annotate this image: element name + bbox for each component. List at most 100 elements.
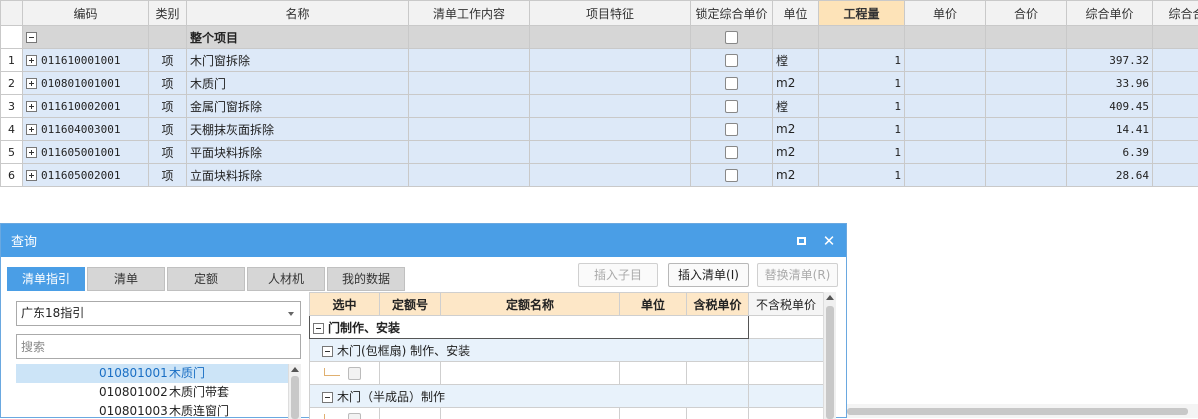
col-header-comp-amount[interactable]: 综合合	[1153, 1, 1198, 26]
search-input[interactable]	[16, 334, 301, 359]
close-icon[interactable]: ✕	[818, 231, 840, 251]
col-header-type[interactable]: 类别	[149, 1, 187, 26]
row-code[interactable]: 011610001001	[41, 54, 120, 67]
quota-row[interactable]	[310, 362, 824, 385]
expand-icon[interactable]	[26, 101, 37, 112]
row-name[interactable]: 天棚抹灰面拆除	[187, 118, 409, 141]
lock-price-checkbox[interactable]	[725, 54, 738, 67]
row-name[interactable]: 平面块料拆除	[187, 141, 409, 164]
row-type[interactable]: 项	[149, 49, 187, 72]
row-type[interactable]: 项	[149, 72, 187, 95]
row-work-content[interactable]	[409, 72, 530, 95]
col-header-code[interactable]: 编码	[23, 1, 149, 26]
col-header-tax-price[interactable]: 含税单价	[687, 293, 749, 316]
row-features[interactable]	[530, 72, 691, 95]
row-name[interactable]: 金属门窗拆除	[187, 95, 409, 118]
quota-select-checkbox[interactable]	[348, 367, 361, 380]
row-features[interactable]	[530, 141, 691, 164]
quota-row[interactable]	[310, 408, 824, 419]
lock-price-checkbox[interactable]	[725, 77, 738, 90]
row-unit[interactable]: 樘	[773, 95, 819, 118]
col-header-selected[interactable]: 选中	[310, 293, 380, 316]
row-code[interactable]: 011604003001	[41, 123, 120, 136]
row-code[interactable]: 011605002001	[41, 169, 120, 182]
row-work-content[interactable]	[409, 49, 530, 72]
col-header-lock-price[interactable]: 锁定综合单价	[691, 1, 773, 26]
quota-subgroup-row[interactable]: 木门（半成品）制作	[310, 385, 824, 408]
scroll-up-icon[interactable]	[826, 295, 834, 300]
list-item[interactable]: 010801001木质门	[16, 364, 288, 383]
expand-icon[interactable]	[26, 55, 37, 66]
collapse-icon[interactable]	[26, 32, 37, 43]
row-features[interactable]	[530, 49, 691, 72]
col-header-quantity[interactable]: 工程量	[819, 1, 905, 26]
table-row[interactable]: 4 011604003001 项 天棚抹灰面拆除 m2 1 14.41	[1, 118, 1198, 141]
tab-my-data[interactable]: 我的数据	[327, 267, 405, 291]
col-header-num[interactable]	[1, 1, 23, 26]
row-comp-price[interactable]: 14.41	[1067, 118, 1153, 141]
project-name[interactable]: 整个项目	[187, 26, 409, 49]
row-type[interactable]: 项	[149, 141, 187, 164]
row-work-content[interactable]	[409, 141, 530, 164]
row-comp-price[interactable]: 397.32	[1067, 49, 1153, 72]
row-name[interactable]: 木质门	[187, 72, 409, 95]
expand-icon[interactable]	[26, 124, 37, 135]
table-row[interactable]: 2 010801001001 项 木质门 m2 1 33.96	[1, 72, 1198, 95]
col-header-features[interactable]: 项目特征	[530, 1, 691, 26]
table-row[interactable]: 6 011605002001 项 立面块料拆除 m2 1 28.64	[1, 164, 1198, 187]
row-name[interactable]: 立面块料拆除	[187, 164, 409, 187]
row-unit[interactable]: 樘	[773, 49, 819, 72]
row-type[interactable]: 项	[149, 118, 187, 141]
col-header-unit[interactable]: 单位	[620, 293, 687, 316]
quota-grid-scrollbar[interactable]	[823, 292, 836, 419]
expand-icon[interactable]	[26, 147, 37, 158]
col-header-comp-price[interactable]: 综合单价	[1067, 1, 1153, 26]
table-row[interactable]: 5 011605001001 项 平面块料拆除 m2 1 6.39	[1, 141, 1198, 164]
row-comp-price[interactable]: 409.45	[1067, 95, 1153, 118]
list-item[interactable]: 010801003木质连窗门	[16, 402, 288, 419]
row-code[interactable]: 011605001001	[41, 146, 120, 159]
row-code[interactable]: 010801001001	[41, 77, 120, 90]
col-header-quota-no[interactable]: 定额号	[380, 293, 441, 316]
replace-list-button[interactable]: 替换清单(R)	[757, 263, 838, 287]
row-unit[interactable]: m2	[773, 118, 819, 141]
col-header-price[interactable]: 单价	[905, 1, 986, 26]
row-quantity[interactable]: 1	[819, 72, 905, 95]
col-header-name[interactable]: 名称	[187, 1, 409, 26]
tab-list-guide[interactable]: 清单指引	[7, 267, 85, 291]
tab-list[interactable]: 清单	[87, 267, 165, 291]
row-unit[interactable]: m2	[773, 72, 819, 95]
tab-quota[interactable]: 定额	[167, 267, 245, 291]
expand-icon[interactable]	[26, 78, 37, 89]
col-header-notax-price[interactable]: 不含税单价	[749, 293, 824, 316]
row-name[interactable]: 木门窗拆除	[187, 49, 409, 72]
col-header-quota-name[interactable]: 定额名称	[441, 293, 620, 316]
dialog-titlebar[interactable]: 查询 ✕	[1, 224, 846, 257]
scrollbar-thumb[interactable]	[847, 408, 1188, 415]
main-horizontal-scrollbar[interactable]	[847, 404, 1198, 418]
row-features[interactable]	[530, 118, 691, 141]
row-work-content[interactable]	[409, 118, 530, 141]
row-work-content[interactable]	[409, 95, 530, 118]
table-row[interactable]: 1 011610001001 项 木门窗拆除 樘 1 397.32	[1, 49, 1198, 72]
maximize-icon[interactable]	[790, 231, 812, 251]
row-quantity[interactable]: 1	[819, 118, 905, 141]
row-code[interactable]: 011610002001	[41, 100, 120, 113]
col-header-amount[interactable]: 合价	[986, 1, 1067, 26]
collapse-icon[interactable]	[322, 346, 333, 357]
row-unit[interactable]: m2	[773, 164, 819, 187]
row-quantity[interactable]: 1	[819, 95, 905, 118]
lock-price-checkbox[interactable]	[725, 169, 738, 182]
tab-labor-material[interactable]: 人材机	[247, 267, 325, 291]
row-unit[interactable]: m2	[773, 141, 819, 164]
quota-select-checkbox[interactable]	[348, 413, 361, 419]
row-comp-price[interactable]: 6.39	[1067, 141, 1153, 164]
table-row[interactable]: 3 011610002001 项 金属门窗拆除 樘 1 409.45	[1, 95, 1198, 118]
guide-select[interactable]: 广东18指引	[16, 301, 301, 326]
list-item[interactable]: 010801002木质门带套	[16, 383, 288, 402]
row-comp-price[interactable]: 28.64	[1067, 164, 1153, 187]
lock-price-checkbox[interactable]	[725, 31, 738, 44]
row-quantity[interactable]: 1	[819, 141, 905, 164]
lock-price-checkbox[interactable]	[725, 123, 738, 136]
row-type[interactable]: 项	[149, 95, 187, 118]
